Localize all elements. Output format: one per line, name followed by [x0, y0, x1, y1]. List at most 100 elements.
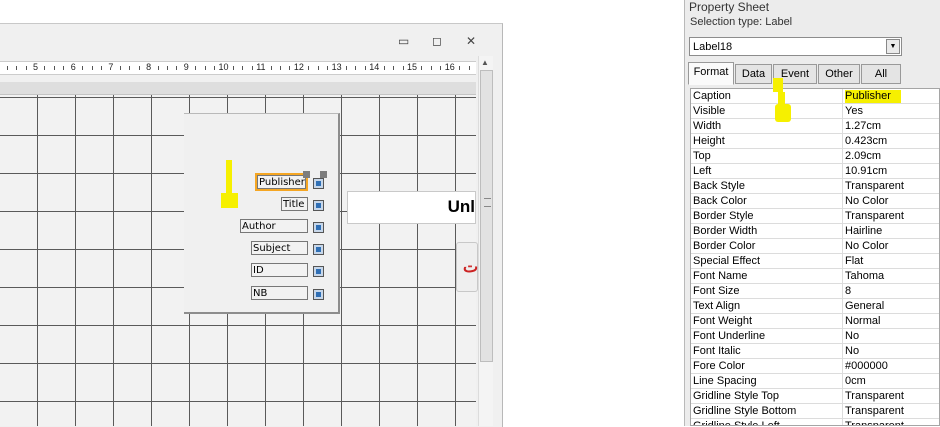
property-row[interactable]: Font Italic No	[691, 344, 939, 359]
property-row[interactable]: Border Style Transparent	[691, 209, 939, 224]
property-name: Font Underline	[693, 330, 766, 342]
scrollbar-thumb[interactable]	[480, 70, 493, 362]
move-handle[interactable]	[320, 171, 327, 178]
property-row[interactable]: Special Effect Flat	[691, 254, 939, 269]
property-value[interactable]: No	[845, 345, 859, 358]
property-row[interactable]: Back Color No Color	[691, 194, 939, 209]
checkbox-title[interactable]	[313, 200, 324, 211]
object-selector-dropdown[interactable]: Label18 ▼	[689, 37, 902, 56]
close-icon[interactable]: ✕	[466, 34, 476, 48]
label-title[interactable]: Title	[281, 197, 308, 211]
property-value[interactable]: 8	[845, 285, 851, 298]
property-row[interactable]: Border Color No Color	[691, 239, 939, 254]
property-name: Gridline Style Top	[693, 390, 780, 402]
property-row[interactable]: Width 1.27cm	[691, 119, 939, 134]
column-divider	[842, 329, 843, 344]
property-value[interactable]: 0.423cm	[845, 135, 887, 148]
label-publisher[interactable]: Publisher	[255, 173, 308, 191]
property-row[interactable]: Height 0.423cm	[691, 134, 939, 149]
resize-handle[interactable]	[303, 171, 310, 178]
label-subject[interactable]: Subject	[251, 241, 308, 255]
ruler-tick	[214, 66, 215, 70]
property-row[interactable]: Font Underline No	[691, 329, 939, 344]
ruler-tick	[195, 66, 197, 70]
property-name: Back Style	[693, 180, 745, 192]
ruler-tick	[327, 66, 329, 70]
checkbox-subject[interactable]	[313, 244, 324, 255]
property-name: Border Style	[693, 210, 754, 222]
property-value[interactable]: Transparent	[845, 210, 904, 223]
property-row[interactable]: Fore Color #000000	[691, 359, 939, 374]
property-row[interactable]: Visible Yes	[691, 104, 939, 119]
column-divider	[842, 179, 843, 194]
ruler-tick	[204, 66, 206, 70]
tab-all[interactable]: All	[861, 64, 901, 84]
property-row[interactable]: Font Name Tahoma	[691, 269, 939, 284]
tab-data[interactable]: Data	[735, 64, 772, 84]
property-row[interactable]: Caption Publisher	[691, 89, 939, 104]
property-value[interactable]: No	[845, 330, 859, 343]
checkbox-nb[interactable]	[313, 289, 324, 300]
property-name: Border Color	[693, 240, 756, 252]
ruler-tick	[100, 66, 102, 70]
column-divider	[842, 119, 843, 134]
ruler-tick	[157, 66, 159, 70]
ruler-number: 7	[108, 62, 114, 72]
subform-control[interactable]	[184, 113, 340, 314]
maximize-icon[interactable]: ◻	[432, 34, 442, 48]
property-value[interactable]: Flat	[845, 255, 863, 268]
label-id[interactable]: ID	[251, 263, 308, 277]
label-nb[interactable]: NB	[251, 286, 308, 300]
title-label-control[interactable]: Unl	[347, 191, 476, 224]
property-value[interactable]: Normal	[845, 315, 880, 328]
property-row[interactable]: Border Width Hairline	[691, 224, 939, 239]
tab-format[interactable]: Format	[688, 62, 734, 85]
property-value[interactable]: Transparent	[845, 405, 904, 418]
checkbox-publisher[interactable]	[313, 178, 324, 189]
property-value[interactable]: Tahoma	[845, 270, 884, 283]
property-value[interactable]: Transparent	[845, 180, 904, 193]
property-value[interactable]: 0cm	[845, 375, 866, 388]
property-value[interactable]: Transparent	[845, 420, 904, 425]
command-button[interactable]: ت	[456, 242, 478, 292]
property-value[interactable]: Publisher	[845, 90, 901, 103]
property-value[interactable]: 2.09cm	[845, 150, 881, 163]
property-value[interactable]: General	[845, 300, 884, 313]
property-row[interactable]: Left 10.91cm	[691, 164, 939, 179]
property-value[interactable]: 10.91cm	[845, 165, 887, 178]
minimize-icon[interactable]: ▭	[398, 34, 409, 48]
vertical-scrollbar[interactable]: ▲	[478, 56, 493, 426]
property-name: Left	[693, 165, 712, 177]
column-divider	[842, 149, 843, 164]
chevron-down-icon[interactable]: ▼	[886, 39, 900, 54]
property-row[interactable]: Gridline Style Bottom Transparent	[691, 404, 939, 419]
property-name: Caption	[693, 90, 731, 102]
property-row[interactable]: Back Style Transparent	[691, 179, 939, 194]
property-row[interactable]: Top 2.09cm	[691, 149, 939, 164]
checkbox-id[interactable]	[313, 266, 324, 277]
property-row[interactable]: Line Spacing 0cm	[691, 374, 939, 389]
label-author[interactable]: Author	[240, 219, 308, 233]
property-value[interactable]: Hairline	[845, 225, 882, 238]
scroll-up-arrow-icon[interactable]: ▲	[481, 58, 489, 67]
property-row[interactable]: Font Size 8	[691, 284, 939, 299]
tab-other[interactable]: Other	[818, 64, 860, 84]
property-row[interactable]: Text Align General	[691, 299, 939, 314]
ruler-tick	[166, 66, 168, 70]
ruler-number: 14	[369, 62, 380, 72]
property-value[interactable]: 1.27cm	[845, 120, 881, 133]
checkbox-author[interactable]	[313, 222, 324, 233]
ruler-tick	[16, 66, 18, 70]
ruler-number: 10	[218, 62, 229, 72]
property-row[interactable]: Gridline Style Left Transparent	[691, 419, 939, 425]
property-value[interactable]: No Color	[845, 240, 888, 253]
property-value[interactable]: Transparent	[845, 390, 904, 403]
property-name: Font Weight	[693, 315, 753, 327]
property-value[interactable]: Yes	[845, 105, 863, 118]
property-value[interactable]: No Color	[845, 195, 888, 208]
section-header-bar[interactable]	[0, 82, 476, 95]
ruler-tick	[82, 66, 84, 70]
property-row[interactable]: Gridline Style Top Transparent	[691, 389, 939, 404]
property-value[interactable]: #000000	[845, 360, 888, 373]
property-row[interactable]: Font Weight Normal	[691, 314, 939, 329]
